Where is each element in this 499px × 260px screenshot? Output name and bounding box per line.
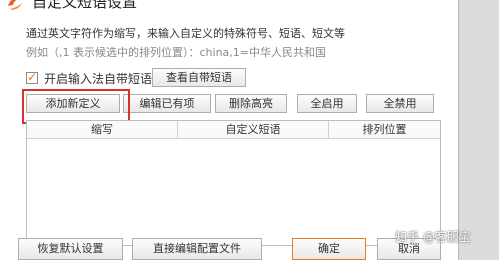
enable-builtin-phrases-row[interactable]: ✓ 开启输入法自带短语 (26, 70, 152, 86)
phrase-table[interactable]: 缩写 自定义短语 排列位置 (26, 120, 441, 246)
check-mark-icon: ✓ (27, 70, 38, 84)
enable-all-button[interactable]: 全启用 (297, 94, 357, 113)
title-bar: 自定义短语设置 (0, 0, 458, 12)
description-text: 通过英文字符作为缩写，来输入自定义的特殊符号、短语、短文等 (26, 27, 345, 40)
ok-button[interactable]: 确定 (292, 238, 366, 260)
custom-phrase-dialog: 自定义短语设置 通过英文字符作为缩写，来输入自定义的特殊符号、短语、短文等 例如… (0, 0, 459, 260)
delete-highlighted-button[interactable]: 删除高亮 (215, 94, 287, 113)
watermark: 知乎 @客服宝 (395, 230, 471, 244)
restore-defaults-button[interactable]: 恢复默认设置 (18, 238, 123, 260)
example-text: 例如（,1 表示候选中的排列位置）：china,1=中华人民共和国 (26, 46, 326, 59)
disable-all-button[interactable]: 全禁用 (366, 94, 434, 113)
dialog-title: 自定义短语设置 (32, 0, 138, 11)
enable-builtin-phrases-checkbox[interactable]: ✓ (26, 70, 38, 84)
edit-existing-button[interactable]: 编辑已有项 (123, 94, 211, 113)
column-header-position[interactable]: 排列位置 (329, 121, 440, 138)
add-new-highlight-box (22, 89, 130, 124)
view-builtin-phrases-button[interactable]: 查看自带短语 (152, 68, 246, 87)
table-header: 缩写 自定义短语 排列位置 (27, 121, 440, 139)
app-logo-icon (5, 0, 25, 12)
column-header-custom-phrase[interactable]: 自定义短语 (178, 121, 329, 138)
edit-config-file-button[interactable]: 直接编辑配置文件 (132, 238, 262, 260)
enable-builtin-phrases-label: 开启输入法自带短语 (44, 71, 153, 86)
column-header-abbreviation[interactable]: 缩写 (27, 121, 178, 138)
